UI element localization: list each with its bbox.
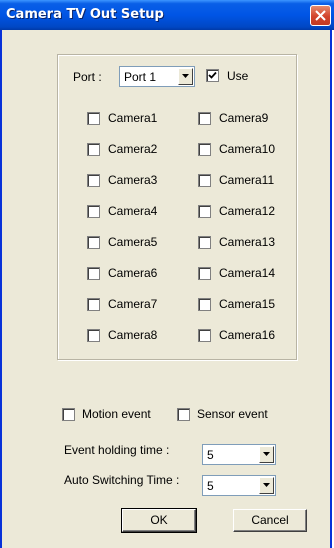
camera5-label: Camera5 (108, 235, 158, 249)
camera4-checkbox[interactable] (87, 205, 100, 218)
camera8-label: Camera8 (108, 328, 158, 342)
camera16-checkbox[interactable] (198, 329, 211, 342)
camera6-label: Camera6 (108, 266, 158, 280)
close-button[interactable] (310, 5, 331, 26)
camera12-checkbox[interactable] (198, 205, 211, 218)
camera15-label: Camera15 (219, 297, 276, 311)
cancel-button[interactable]: Cancel (233, 509, 307, 532)
auto-switching-time-value: 5 (207, 479, 214, 493)
event-holding-time-label: Event holding time : (64, 443, 170, 457)
use-label: Use (227, 69, 249, 83)
camera13-label: Camera13 (219, 235, 276, 249)
chevron-down-icon[interactable] (259, 446, 274, 463)
camera14-checkbox[interactable] (198, 267, 211, 280)
camera7-checkbox[interactable] (87, 298, 100, 311)
camera11-label: Camera11 (219, 173, 275, 187)
chevron-down-icon[interactable] (259, 477, 274, 494)
camera12-label: Camera12 (219, 204, 276, 218)
sensor-event-checkbox[interactable] (177, 408, 190, 421)
event-holding-time-value: 5 (207, 448, 214, 462)
camera10-label: Camera10 (219, 142, 276, 156)
camera1-label: Camera1 (108, 111, 158, 125)
auto-switching-time-select[interactable]: 5 (202, 475, 276, 496)
camera11-checkbox[interactable] (198, 174, 211, 187)
camera13-checkbox[interactable] (198, 236, 211, 249)
camera5-checkbox[interactable] (87, 236, 100, 249)
camera1-checkbox[interactable] (87, 112, 100, 125)
ok-button[interactable]: OK (121, 508, 197, 533)
event-holding-time-select[interactable]: 5 (202, 444, 276, 465)
camera3-label: Camera3 (108, 173, 158, 187)
camera10-checkbox[interactable] (198, 143, 211, 156)
motion-event-checkbox[interactable] (62, 408, 75, 421)
auto-switching-time-label: Auto Switching Time : (64, 473, 180, 487)
checkmark-icon (208, 71, 217, 79)
sensor-event-label: Sensor event (197, 407, 268, 421)
camera9-label: Camera9 (219, 111, 269, 125)
port-select-value: Port 1 (124, 70, 157, 84)
camera15-checkbox[interactable] (198, 298, 211, 311)
camera6-checkbox[interactable] (87, 267, 100, 280)
motion-event-label: Motion event (82, 407, 151, 421)
chevron-down-icon[interactable] (178, 68, 193, 85)
camera7-label: Camera7 (108, 297, 158, 311)
window-title: Camera TV Out Setup (6, 7, 164, 22)
camera16-label: Camera16 (219, 328, 276, 342)
camera8-checkbox[interactable] (87, 329, 100, 342)
camera4-label: Camera4 (108, 204, 158, 218)
title-bar[interactable]: Camera TV Out Setup (0, 0, 334, 30)
use-checkbox[interactable] (206, 69, 219, 82)
camera14-label: Camera14 (219, 266, 276, 280)
port-label: Port : (73, 70, 102, 84)
camera3-checkbox[interactable] (87, 174, 100, 187)
camera2-label: Camera2 (108, 142, 158, 156)
camera2-checkbox[interactable] (87, 143, 100, 156)
camera9-checkbox[interactable] (198, 112, 211, 125)
port-select[interactable]: Port 1 (119, 66, 195, 87)
